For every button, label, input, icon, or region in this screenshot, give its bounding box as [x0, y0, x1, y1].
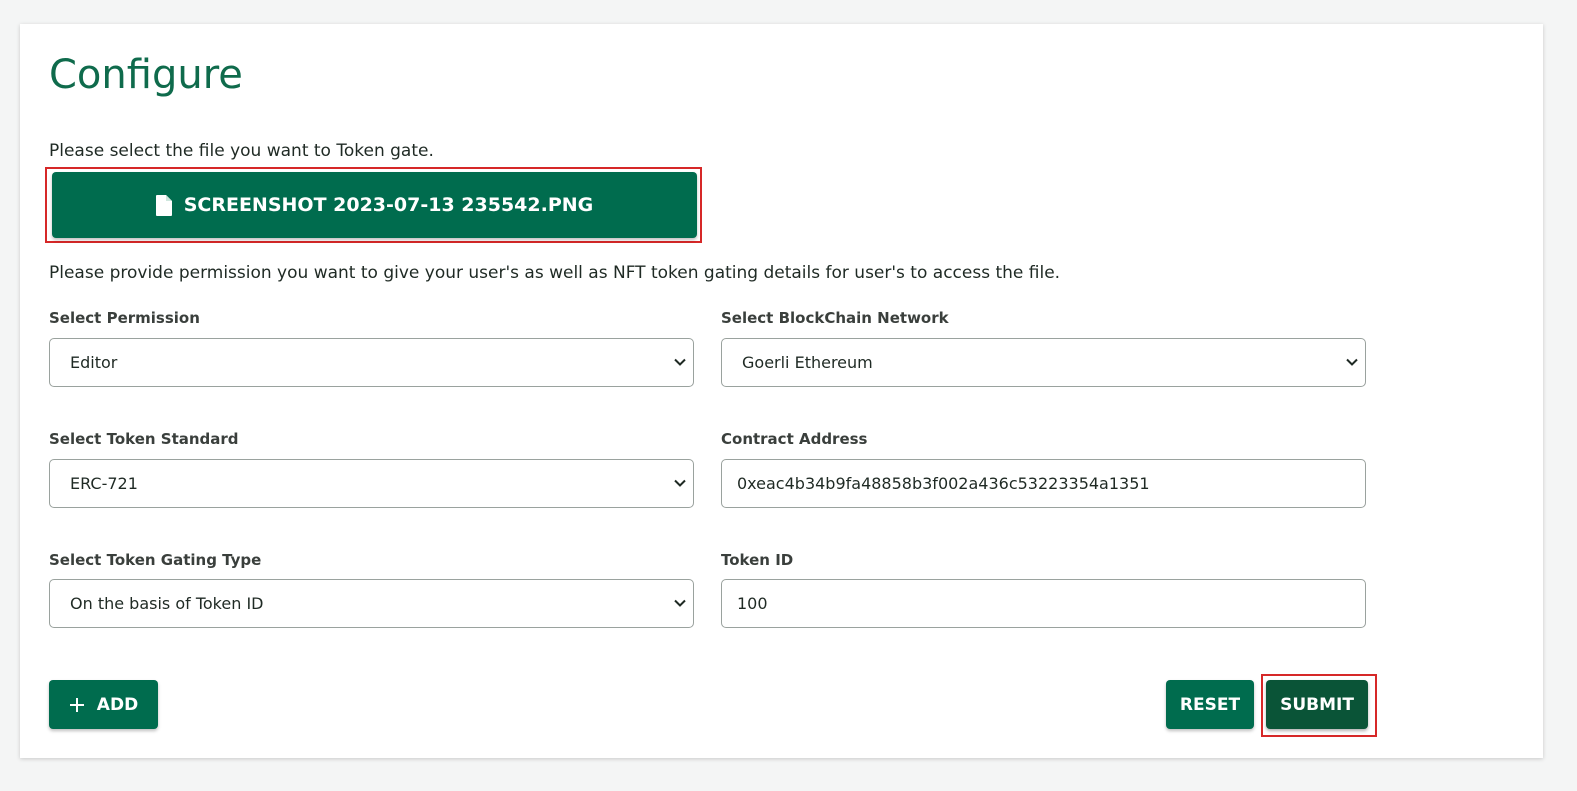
page-title: Configure: [49, 52, 243, 98]
configure-card: Configure Please select the file you wan…: [20, 24, 1543, 758]
network-value: Goerli Ethereum: [742, 353, 873, 372]
chevron-down-icon: [673, 355, 687, 369]
file-icon: [155, 194, 172, 216]
network-label: Select BlockChain Network: [721, 309, 949, 327]
submit-button-label: SUBMIT: [1280, 694, 1354, 715]
token-standard-value: ERC-721: [70, 474, 138, 493]
reset-button[interactable]: RESET: [1166, 680, 1254, 729]
permission-instruction: Please provide permission you want to gi…: [49, 263, 1061, 283]
contract-address-value: 0xeac4b34b9fa48858b3f002a436c53223354a13…: [737, 474, 1150, 493]
contract-address-input[interactable]: 0xeac4b34b9fa48858b3f002a436c53223354a13…: [721, 459, 1366, 508]
add-button[interactable]: ADD: [49, 680, 158, 729]
network-select[interactable]: Goerli Ethereum: [721, 338, 1366, 387]
token-id-value: 100: [737, 594, 768, 613]
chevron-down-icon: [1345, 355, 1359, 369]
reset-button-label: RESET: [1179, 694, 1241, 715]
gating-type-label: Select Token Gating Type: [49, 551, 262, 569]
permission-value: Editor: [70, 353, 118, 372]
gating-type-value: On the basis of Token ID: [70, 594, 264, 613]
permission-select[interactable]: Editor: [49, 338, 694, 387]
add-button-label: ADD: [96, 694, 139, 715]
token-standard-select[interactable]: ERC-721: [49, 459, 694, 508]
submit-button[interactable]: SUBMIT: [1266, 680, 1368, 729]
submit-button-highlight: SUBMIT: [1261, 674, 1377, 737]
file-button-label: SCREENSHOT 2023-07-13 235542.PNG: [183, 194, 594, 216]
gating-type-select[interactable]: On the basis of Token ID: [49, 579, 694, 628]
token-id-input[interactable]: 100: [721, 579, 1366, 628]
file-button-highlight: SCREENSHOT 2023-07-13 235542.PNG: [45, 167, 702, 243]
token-standard-label: Select Token Standard: [49, 430, 239, 448]
token-id-label: Token ID: [721, 551, 794, 569]
chevron-down-icon: [673, 596, 687, 610]
permission-label: Select Permission: [49, 309, 200, 327]
select-file-button[interactable]: SCREENSHOT 2023-07-13 235542.PNG: [52, 172, 697, 238]
plus-icon: [69, 697, 85, 713]
file-instruction: Please select the file you want to Token…: [49, 141, 434, 161]
chevron-down-icon: [673, 476, 687, 490]
contract-address-label: Contract Address: [721, 430, 868, 448]
